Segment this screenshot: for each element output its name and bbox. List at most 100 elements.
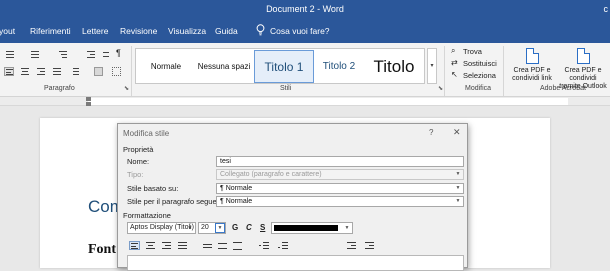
decrease-indent-icon[interactable] [86, 50, 96, 59]
underline-button[interactable]: S [260, 223, 265, 232]
find-button[interactable]: Trova [463, 47, 482, 56]
show-marks-icon[interactable]: ¶ [116, 48, 121, 58]
bullets-icon[interactable] [5, 50, 15, 59]
next-paragraph-label: Stile per il paragrafo seguente: [127, 197, 230, 206]
borders-icon[interactable] [112, 67, 121, 76]
shading-icon[interactable] [94, 67, 103, 76]
align-center-icon[interactable] [145, 241, 156, 250]
hanging-indent-marker-icon[interactable] [86, 102, 91, 106]
next-paragraph-value: Normale [225, 198, 253, 205]
align-right-icon[interactable] [36, 67, 46, 76]
group-label-modify: Modifica [465, 85, 492, 92]
align-right-icon[interactable] [161, 241, 172, 250]
font-select[interactable]: Aptos Display (Titoli) ▼ [127, 222, 196, 234]
type-select: Collegato (paragrafo e carattere) ▼ [216, 169, 464, 180]
share-link-label: condividi link [512, 75, 552, 82]
tab-references[interactable]: Riferimenti [30, 26, 71, 36]
group-divider [131, 46, 132, 96]
replace-icon: ⇄ [451, 58, 458, 67]
single-spacing-icon[interactable] [202, 241, 213, 250]
tab-layout[interactable]: yout [0, 26, 15, 36]
font-color-select[interactable]: ▼ [271, 222, 353, 234]
styles-gallery: Normale Nessuna spazi Titolo 1 Titolo 2 … [135, 48, 425, 84]
account-corner[interactable]: c [604, 4, 609, 14]
window-title: Document 2 - Word [266, 4, 344, 14]
align-left-icon[interactable] [129, 241, 140, 250]
close-icon[interactable]: ✕ [453, 127, 461, 138]
based-on-select[interactable]: ¶ Normale ▼ [216, 183, 464, 194]
next-paragraph-select[interactable]: ¶ Normale ▼ [216, 196, 464, 207]
lightbulb-icon [256, 24, 265, 36]
font-size-select[interactable]: 20 ▼ [198, 222, 226, 234]
numbering-icon[interactable] [30, 50, 40, 59]
pdf-document-icon [525, 48, 539, 64]
double-spacing-icon[interactable] [232, 241, 243, 250]
create-pdf-label: Crea PDF e [513, 67, 551, 74]
group-label-acrobat: Adobe Acrobat [540, 85, 586, 92]
group-label-paragraph: Paragrafo [44, 85, 75, 92]
group-divider [503, 46, 504, 96]
chevron-down-icon[interactable]: ▼ [453, 197, 463, 206]
title-bar: Document 2 - Word c [0, 0, 610, 19]
create-pdf-share-label: Crea PDF e condividi [564, 67, 602, 82]
justify-icon[interactable] [52, 67, 62, 76]
chevron-down-icon[interactable]: ▼ [453, 184, 463, 193]
justify-icon[interactable] [177, 241, 188, 250]
group-label-styles: Stili [280, 85, 292, 92]
align-center-icon[interactable] [20, 67, 30, 76]
chevron-down-icon[interactable]: ▼ [342, 224, 352, 233]
space-before-icon[interactable] [259, 241, 270, 250]
search-icon: ⌕ [451, 46, 456, 55]
align-left-icon[interactable] [4, 67, 14, 76]
ribbon-tabs: yout Riferimenti Lettere Revisione Visua… [0, 19, 610, 43]
replace-button[interactable]: Sostituisci [463, 59, 497, 68]
space-after-icon[interactable] [278, 241, 289, 250]
font-color-swatch [274, 225, 338, 231]
multilevel-list-icon[interactable] [58, 50, 68, 59]
ruler-text-area [88, 98, 568, 105]
name-label: Nome: [127, 157, 150, 166]
indent-marker-icon[interactable] [86, 97, 91, 101]
select-button[interactable]: Seleziona [463, 71, 496, 80]
create-pdf-share-link-button[interactable]: Crea PDF e condividi link [509, 48, 555, 83]
increase-indent-icon[interactable] [364, 241, 375, 250]
formatting-section-label: Formattazione [123, 211, 171, 220]
cursor-icon: ↖ [451, 70, 458, 79]
modify-style-dialog: Modifica stile ? ✕ Proprietà Nome: tesi … [117, 123, 468, 271]
decrease-indent-icon[interactable] [346, 241, 357, 250]
italic-button[interactable]: C [246, 223, 252, 232]
group-divider [444, 46, 445, 96]
tab-mailings[interactable]: Lettere [82, 26, 108, 36]
pdf-document-icon [576, 48, 590, 64]
tell-me-search[interactable]: Cosa vuoi fare? [270, 26, 330, 36]
type-value: Collegato (paragrafo e carattere) [220, 171, 322, 178]
style-preview [127, 255, 464, 271]
chevron-down-icon[interactable]: ▼ [215, 223, 225, 233]
paragraph-launcher-icon[interactable]: ⬊ [124, 85, 129, 92]
based-on-value: Normale [225, 185, 253, 192]
tab-view[interactable]: Visualizza [168, 26, 206, 36]
style-heading-2[interactable]: Titolo 2 [314, 50, 364, 83]
font-size-value: 20 [201, 224, 209, 231]
chevron-down-icon: ▼ [455, 171, 461, 177]
styles-more-chevron-icon[interactable]: ▾ [427, 48, 437, 84]
tab-review[interactable]: Revisione [120, 26, 157, 36]
sort-icon[interactable] [102, 50, 112, 59]
ribbon: ¶ Paragrafo ⬊ Normale Nessuna spazi Tito… [0, 43, 610, 97]
based-on-label: Stile basato su: [127, 184, 179, 193]
bold-button[interactable]: G [232, 223, 238, 232]
styles-launcher-icon[interactable]: ⬊ [438, 85, 443, 92]
name-field[interactable]: tesi [216, 156, 464, 167]
chevron-down-icon[interactable]: ▼ [185, 224, 195, 233]
style-heading-1[interactable]: Titolo 1 [254, 50, 314, 83]
style-normale[interactable]: Normale [138, 50, 194, 83]
style-title[interactable]: Titolo [364, 50, 424, 83]
style-no-spacing[interactable]: Nessuna spazi [194, 50, 254, 83]
type-label: Tipo: [127, 170, 144, 179]
tab-help[interactable]: Guida [215, 26, 238, 36]
horizontal-ruler[interactable] [0, 97, 610, 106]
line-spacing-icon[interactable] [70, 67, 80, 76]
one-half-spacing-icon[interactable] [217, 241, 228, 250]
help-button[interactable]: ? [429, 128, 433, 137]
properties-section-label: Proprietà [123, 145, 154, 154]
